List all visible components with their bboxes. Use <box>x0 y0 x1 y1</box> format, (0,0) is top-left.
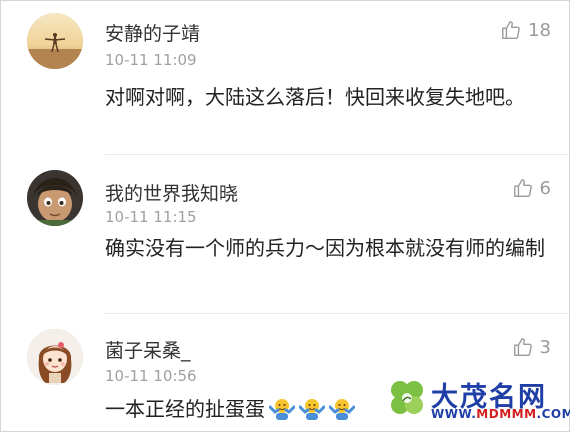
avatar[interactable] <box>27 170 83 226</box>
comment-text-body: 一本正经的扯蛋蛋 <box>105 397 265 421</box>
comment-list: 安静的子靖 10-11 11:09 对啊对啊，大陆这么落后！快回来收复失地吧。 … <box>0 0 570 432</box>
watermark-url-prefix: WWW. <box>431 407 477 421</box>
avatar[interactable] <box>27 329 83 385</box>
thumbs-up-icon <box>513 338 532 356</box>
username[interactable]: 安静的子靖 <box>105 19 200 46</box>
timestamp: 10-11 10:56 <box>105 367 197 385</box>
username[interactable]: 菌子呆桑_ <box>105 336 191 363</box>
like-button[interactable]: 18 <box>500 19 551 41</box>
site-watermark: 大茂名网 WWW.MDMMM.COM <box>385 373 570 429</box>
like-button[interactable]: 3 <box>512 336 551 358</box>
like-button[interactable]: 6 <box>512 177 551 199</box>
divider <box>105 154 569 155</box>
avatar[interactable] <box>27 13 83 69</box>
thumbs-up-icon <box>513 179 532 197</box>
like-count: 18 <box>528 19 551 41</box>
comment-text: 对啊对啊，大陆这么落后！快回来收复失地吧。 <box>105 85 525 109</box>
timestamp: 10-11 11:09 <box>105 51 197 69</box>
shrug-emoji-icon <box>268 396 296 420</box>
divider <box>105 313 569 314</box>
shrug-emoji-icon <box>328 396 356 420</box>
timestamp: 10-11 11:15 <box>105 208 197 226</box>
like-count: 3 <box>539 336 551 358</box>
shrug-emoji-icon <box>298 396 326 420</box>
watermark-url: WWW.MDMMM.COM <box>431 407 570 421</box>
comment-text: 确实没有一个师的兵力～因为根本就没有师的编制 <box>105 236 545 260</box>
like-count: 6 <box>539 177 551 199</box>
watermark-url-brand: MDMMM <box>476 407 537 421</box>
thumbs-up-icon <box>502 21 520 39</box>
clover-logo-icon <box>391 381 423 414</box>
watermark-url-suffix: .COM <box>536 407 570 421</box>
username[interactable]: 我的世界我知晓 <box>105 179 238 206</box>
